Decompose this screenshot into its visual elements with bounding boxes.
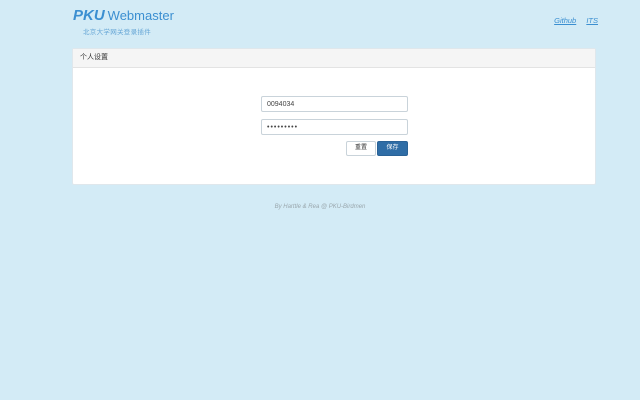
footer-credits: By Harttle & Rea @ PKU-Birdmen bbox=[274, 204, 366, 210]
brand-name-main: PKU bbox=[73, 7, 105, 24]
settings-panel: 个人设置 重置 保存 bbox=[72, 48, 596, 185]
github-link[interactable]: Github bbox=[554, 16, 576, 25]
top-links: Github ITS bbox=[546, 16, 598, 25]
brand-title: PKU Webmaster bbox=[73, 7, 174, 25]
username-input[interactable] bbox=[261, 96, 408, 112]
password-input[interactable] bbox=[261, 119, 408, 135]
brand-tagline: 北京大学网关登录插件 bbox=[83, 29, 151, 36]
panel-title: 个人设置 bbox=[73, 49, 595, 68]
reset-button[interactable]: 重置 bbox=[346, 141, 376, 156]
save-button[interactable]: 保存 bbox=[377, 141, 408, 156]
brand-logo: PKU Webmaster 北京大学网关登录插件 bbox=[73, 7, 174, 36]
page: PKU Webmaster 北京大学网关登录插件 Github ITS 个人设置 … bbox=[0, 0, 640, 400]
brand-name-sub: Webmaster bbox=[107, 8, 174, 23]
its-link[interactable]: ITS bbox=[586, 16, 598, 25]
